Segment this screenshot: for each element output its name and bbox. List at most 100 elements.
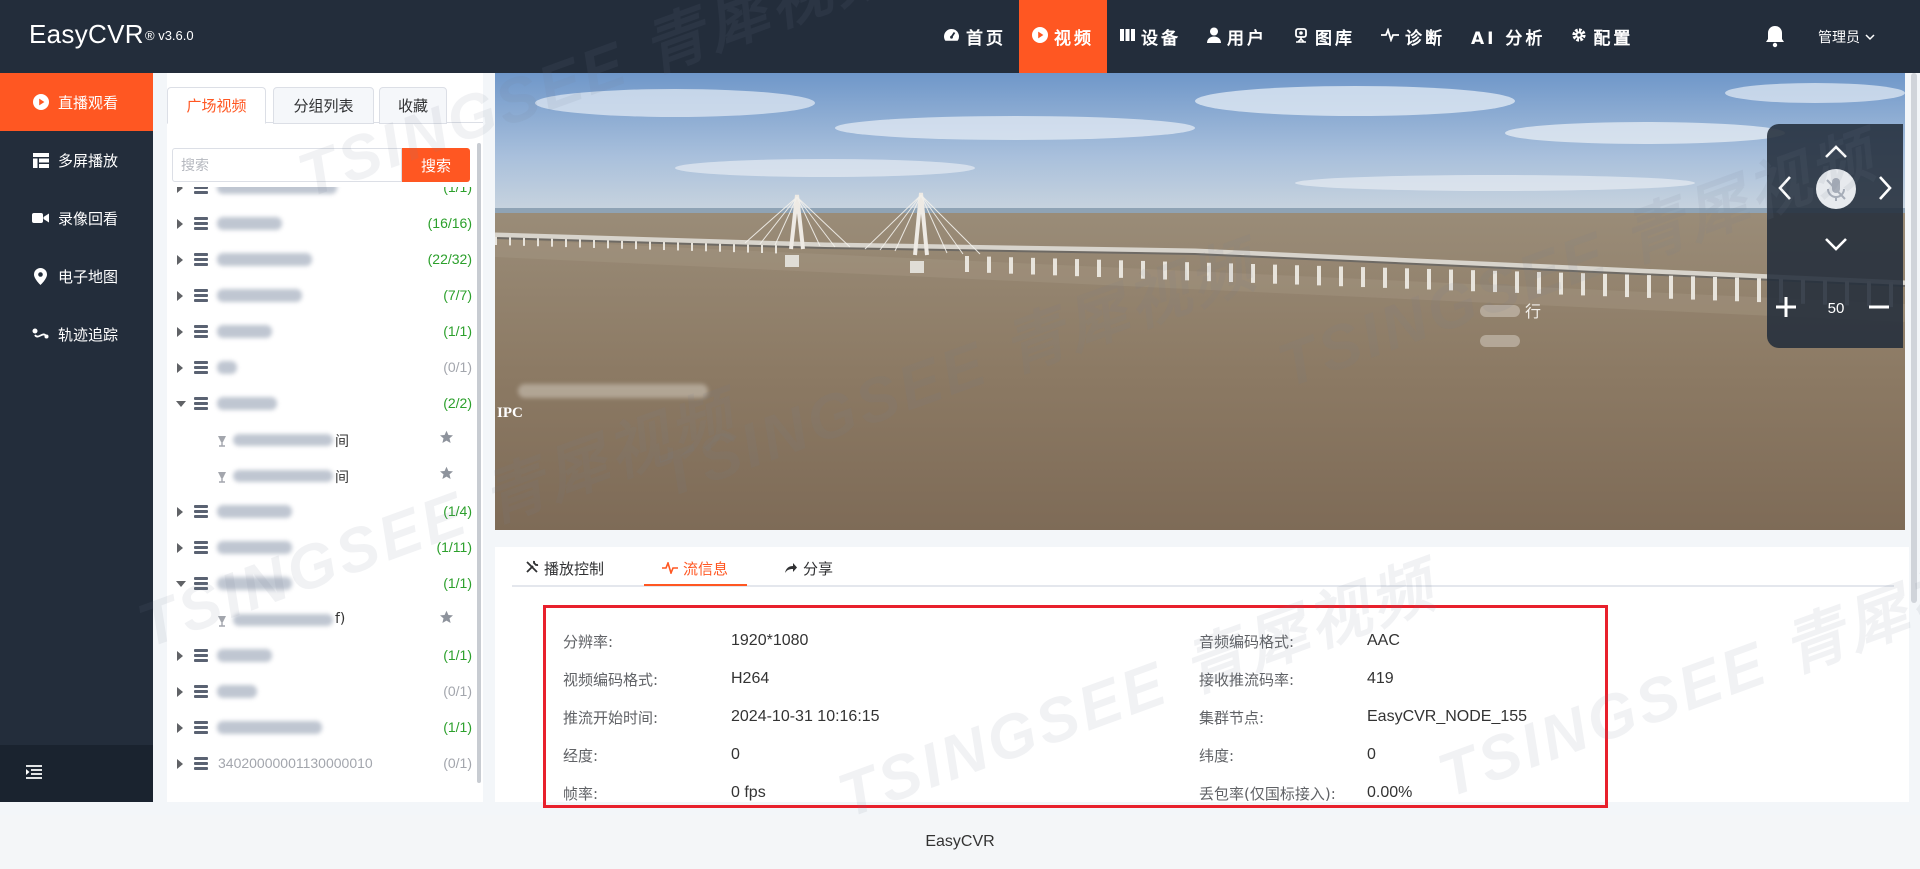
tree-group-node[interactable]: (1/1): [167, 314, 472, 350]
microphone-button[interactable]: [1815, 168, 1857, 214]
nav-config[interactable]: 配置: [1558, 0, 1646, 73]
favorite-star-icon[interactable]: [439, 610, 454, 625]
redacted-camera-name: [233, 614, 333, 626]
brand-version: ® v3.6.0: [145, 28, 194, 43]
camera-icon: [1293, 27, 1309, 47]
ptz-left-button[interactable]: [1777, 174, 1793, 206]
sidebar-item-label: 多屏播放: [58, 151, 119, 170]
brand-name[interactable]: EasyCVR: [29, 19, 144, 50]
tree-group-node[interactable]: (0/1): [167, 350, 472, 386]
caret-right-icon[interactable]: [177, 255, 183, 265]
sidebar-item-track[interactable]: 轨迹追踪: [0, 305, 153, 363]
sidebar-item-multiscreen[interactable]: 多屏播放: [0, 131, 153, 189]
bell-icon[interactable]: [1762, 23, 1788, 49]
server-icon: [194, 505, 208, 519]
redacted-node-name: [217, 187, 337, 194]
info-value: 419: [1367, 670, 1394, 687]
caret-right-icon[interactable]: [177, 759, 183, 769]
caret-right-icon[interactable]: [177, 687, 183, 697]
share-icon: [784, 560, 798, 578]
collapse-sidebar-button[interactable]: [0, 745, 153, 802]
server-icon: [194, 721, 208, 735]
info-value-wrap: 419: [1367, 669, 1394, 688]
caret-right-icon[interactable]: [177, 363, 183, 373]
zoom-out-button[interactable]: [1868, 296, 1890, 322]
info-value: H264: [731, 670, 770, 687]
tree-group-node[interactable]: (1/1): [167, 187, 472, 206]
nav-ai-analysis[interactable]: AI 分析: [1458, 0, 1558, 73]
tree-group-node[interactable]: (16/16): [167, 206, 472, 242]
sidebar-item-live[interactable]: 直播观看: [0, 73, 153, 131]
tree-camera-node[interactable]: 间: [167, 458, 472, 494]
tab-share[interactable]: 分享: [784, 558, 833, 579]
search-button[interactable]: 搜索: [402, 148, 470, 182]
channel-count: (7/7): [443, 287, 472, 303]
tab-group-list[interactable]: 分组列表: [273, 87, 374, 124]
page-scrollbar[interactable]: [1911, 73, 1917, 603]
tree-camera-node[interactable]: 间: [167, 422, 472, 458]
info-video-codec-row: 视频编码格式:: [563, 669, 658, 690]
overlay-text-fragment: 行: [1525, 302, 1541, 321]
caret-down-icon[interactable]: [176, 581, 186, 587]
tab-square-video[interactable]: 广场视频: [167, 87, 266, 124]
nav-user[interactable]: 用户: [1194, 0, 1280, 73]
tab-favorites[interactable]: 收藏: [379, 87, 447, 124]
server-icon: [194, 757, 208, 771]
nav-label: 诊断: [1405, 29, 1445, 49]
caret-right-icon[interactable]: [177, 651, 183, 661]
tree-group-node[interactable]: (7/7): [167, 278, 472, 314]
tree-group-node[interactable]: (22/32): [167, 242, 472, 278]
tree-camera-node[interactable]: f): [167, 602, 472, 638]
nav-diagnose[interactable]: 诊断: [1368, 0, 1458, 73]
server-icon: [194, 649, 208, 663]
caret-right-icon[interactable]: [177, 327, 183, 337]
video-player[interactable]: 行 IPC: [495, 73, 1905, 530]
redacted-node-name: [217, 397, 277, 410]
caret-down-icon[interactable]: [176, 401, 186, 407]
tab-stream-info[interactable]: 流信息: [662, 558, 728, 579]
tools-icon: [525, 560, 539, 578]
zoom-in-button[interactable]: [1775, 296, 1797, 322]
tree-group-node[interactable]: (1/1): [167, 710, 472, 746]
favorite-star-icon[interactable]: [439, 466, 454, 481]
active-tab-underline: [644, 584, 747, 586]
nav-device[interactable]: 设备: [1107, 0, 1194, 73]
redacted-node-name: [217, 217, 282, 230]
info-value-wrap: 0.00%: [1367, 783, 1412, 802]
nav-home[interactable]: 首页: [930, 0, 1019, 73]
info-value-wrap: AAC: [1367, 631, 1400, 650]
info-cluster-node-row: 集群节点:: [1199, 707, 1264, 728]
caret-right-icon[interactable]: [177, 291, 183, 301]
server-icon: [194, 685, 208, 699]
nav-gallery[interactable]: 图库: [1280, 0, 1368, 73]
ptz-down-button[interactable]: [1823, 236, 1849, 256]
tree-scrollbar[interactable]: [477, 143, 481, 783]
server-icon: [1120, 27, 1135, 46]
redacted-node-name: [217, 721, 322, 734]
nav-video[interactable]: 视频: [1019, 0, 1107, 73]
tree-group-node[interactable]: (1/1): [167, 566, 472, 602]
sidebar-item-map[interactable]: 电子地图: [0, 247, 153, 305]
tab-playback-control[interactable]: 播放控制: [525, 558, 604, 579]
ptz-right-button[interactable]: [1877, 174, 1893, 206]
favorite-star-icon[interactable]: [439, 430, 454, 445]
channel-count: (1/1): [443, 719, 472, 735]
search-input[interactable]: [172, 148, 402, 182]
tree-group-node[interactable]: (0/1): [167, 674, 472, 710]
ptz-up-button[interactable]: [1823, 144, 1849, 164]
tree-group-node[interactable]: 34020000001130000010 (0/1): [167, 746, 472, 782]
channel-count: (1/1): [443, 187, 472, 195]
caret-right-icon[interactable]: [177, 507, 183, 517]
info-value-wrap: 0: [1367, 745, 1376, 764]
user-menu[interactable]: 管理员: [1818, 27, 1876, 47]
tree-group-node[interactable]: (2/2): [167, 386, 472, 422]
caret-right-icon[interactable]: [177, 723, 183, 733]
caret-right-icon[interactable]: [177, 187, 183, 193]
tree-group-node[interactable]: (1/11): [167, 530, 472, 566]
caret-right-icon[interactable]: [177, 219, 183, 229]
tree-group-node[interactable]: (1/4): [167, 494, 472, 530]
nav-label: 视频: [1054, 29, 1094, 49]
tree-group-node[interactable]: (1/1): [167, 638, 472, 674]
sidebar-item-playback[interactable]: 录像回看: [0, 189, 153, 247]
caret-right-icon[interactable]: [177, 543, 183, 553]
